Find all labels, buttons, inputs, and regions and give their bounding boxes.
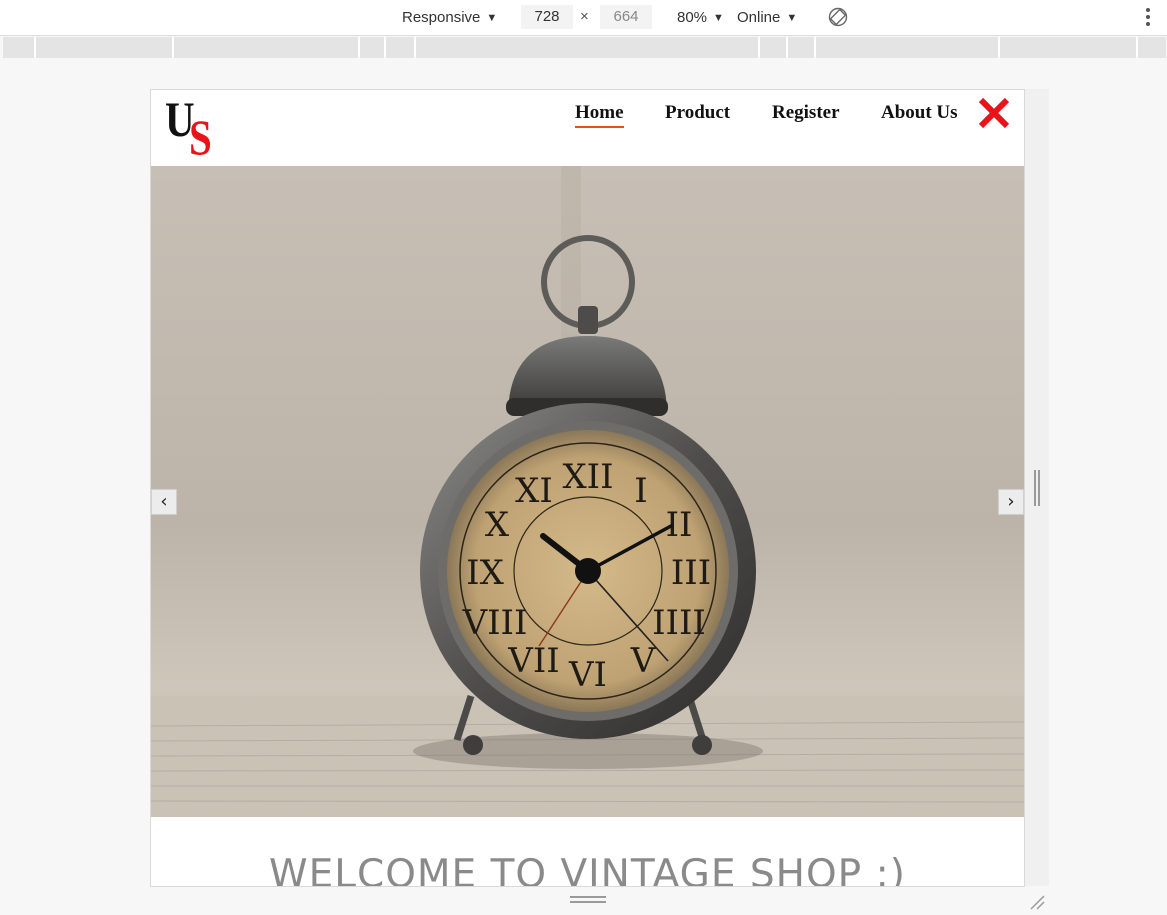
svg-text:XII: XII	[562, 457, 613, 497]
site-header: U S Home Product Register About Us	[151, 90, 1024, 166]
caret-down-icon: ▼	[486, 11, 498, 24]
svg-text:X: X	[485, 505, 510, 545]
network-label: Online	[737, 9, 781, 26]
media-query-segment[interactable]	[1138, 37, 1166, 58]
svg-text:XI: XI	[515, 471, 553, 511]
device-mode-label: Responsive	[402, 9, 481, 26]
network-throttle-dropdown[interactable]: Online ▼	[737, 0, 797, 35]
device-mode-dropdown[interactable]: Responsive ▼	[402, 0, 497, 35]
alarm-clock-image: XII I II III IIII V VI VII VIII IX X XI	[151, 166, 1024, 817]
nav-about-us[interactable]: About Us	[881, 102, 958, 124]
dimension-separator: ×	[580, 8, 589, 25]
zoom-label: 80%	[677, 9, 708, 26]
caret-down-icon: ▼	[713, 11, 724, 24]
media-query-segment[interactable]	[36, 37, 174, 58]
nav-home[interactable]: Home	[575, 102, 624, 128]
device-toolbar: Responsive ▼ 728 × 664 80% ▼ Online ▼	[0, 0, 1167, 36]
svg-text:IIII: IIII	[652, 603, 706, 643]
zoom-dropdown[interactable]: 80% ▼	[677, 0, 724, 35]
close-icon[interactable]	[977, 96, 1011, 130]
svg-text:IX: IX	[466, 553, 504, 593]
svg-text:VI: VI	[568, 655, 607, 695]
more-vertical-icon[interactable]	[1141, 8, 1155, 28]
viewport-width-input[interactable]: 728	[521, 5, 573, 29]
svg-text:VII: VII	[507, 641, 559, 681]
media-query-segment[interactable]	[1000, 37, 1138, 58]
resize-handle-bottom[interactable]	[570, 896, 606, 904]
media-query-segment[interactable]	[760, 37, 788, 58]
media-query-segment[interactable]	[788, 37, 816, 58]
svg-text:I: I	[634, 471, 647, 511]
resize-corner-icon[interactable]	[1028, 893, 1046, 911]
site-logo[interactable]: U S	[165, 94, 221, 162]
media-query-segment[interactable]	[3, 37, 36, 58]
media-query-segment[interactable]	[416, 37, 760, 58]
caret-down-icon: ▼	[786, 11, 798, 24]
media-query-bar	[3, 37, 1166, 58]
svg-text:V: V	[630, 641, 657, 681]
slider-next-button[interactable]: ›	[998, 489, 1024, 515]
slider-prev-button[interactable]: ‹	[151, 489, 177, 515]
rotate-icon[interactable]	[828, 7, 848, 27]
viewport-height-input[interactable]: 664	[600, 5, 652, 29]
device-viewport: U S Home Product Register About Us XII I…	[150, 89, 1025, 887]
nav-product[interactable]: Product	[665, 102, 730, 124]
welcome-heading: WELCOME TO VINTAGE SHOP :)	[269, 852, 906, 887]
svg-text:III: III	[671, 553, 711, 593]
nav-register[interactable]: Register	[772, 102, 840, 124]
media-query-segment[interactable]	[174, 37, 360, 58]
media-query-segment[interactable]	[386, 37, 416, 58]
logo-letter-s: S	[189, 109, 212, 165]
resize-handle-right[interactable]	[1034, 470, 1042, 506]
media-query-segment[interactable]	[816, 37, 1000, 58]
hero-slider: XII I II III IIII V VI VII VIII IX X XI …	[151, 166, 1024, 817]
media-query-segment[interactable]	[360, 37, 386, 58]
svg-text:VIII: VIII	[462, 603, 528, 643]
